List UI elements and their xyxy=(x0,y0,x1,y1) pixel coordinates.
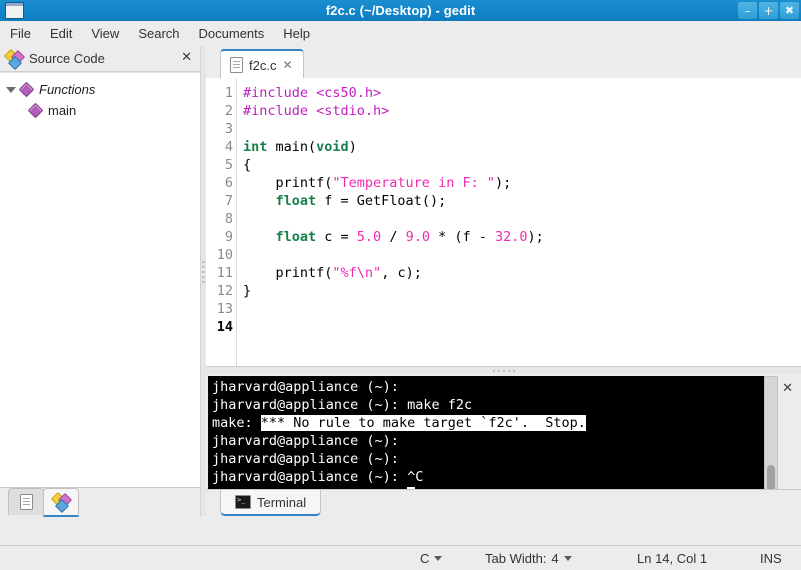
line-number: 7 xyxy=(224,193,233,209)
line-number: 8 xyxy=(224,211,233,227)
window-controls: – + ✖ xyxy=(738,2,799,19)
menu-bar: File Edit View Search Documents Help xyxy=(0,21,801,47)
chevron-down-icon[interactable] xyxy=(563,555,572,561)
menu-view[interactable]: View xyxy=(82,23,128,44)
code-line: int main(void) xyxy=(243,139,357,155)
source-code-icon xyxy=(50,491,72,514)
source-code-tree: Functions main xyxy=(0,72,200,488)
minimize-button[interactable]: – xyxy=(738,2,757,19)
code-view[interactable]: 1 2 3 4 5 6 7 8 9 10 11 12 13 14 #include <cs50.h> #in… xyxy=(206,78,801,374)
line-number-gutter: 1 2 3 4 5 6 7 8 9 10 11 12 13 14 xyxy=(206,78,237,374)
title-bar: f2c.c (~/Desktop) - gedit – + ✖ xyxy=(0,0,801,21)
close-button[interactable]: ✖ xyxy=(780,2,799,19)
splitter-grip xyxy=(492,370,515,372)
line-number: 14 xyxy=(216,319,233,335)
cursor-position: Ln 14, Col 1 xyxy=(637,550,708,566)
line-number: 12 xyxy=(216,283,233,299)
line-number: 13 xyxy=(216,301,233,317)
line-number: 9 xyxy=(224,229,233,245)
terminal-tab[interactable]: Terminal xyxy=(220,490,322,516)
terminal-line: jharvard@appliance (~): make f2c xyxy=(212,397,473,413)
document-icon xyxy=(19,494,33,510)
code-line: { xyxy=(243,157,252,173)
menu-help[interactable]: Help xyxy=(274,23,319,44)
maximize-button[interactable]: + xyxy=(759,2,778,19)
terminal-tab-label: Terminal xyxy=(257,494,307,510)
code-text[interactable]: #include <cs50.h> #include <stdio.h> int … xyxy=(237,78,801,374)
menu-documents[interactable]: Documents xyxy=(190,23,274,44)
line-number: 3 xyxy=(224,121,233,137)
splitter-grip xyxy=(202,261,205,283)
status-bar: C Tab Width: 4 Ln 14, Col 1 INS xyxy=(0,545,801,570)
line-number: 11 xyxy=(216,265,233,281)
terminal-icon xyxy=(235,494,251,509)
document-icon xyxy=(230,57,243,73)
side-tab-source-code[interactable] xyxy=(43,488,79,517)
line-number: 5 xyxy=(224,157,233,173)
function-icon xyxy=(27,102,44,119)
line-number: 10 xyxy=(216,247,233,263)
tab-width-label: Tab Width: xyxy=(485,550,547,566)
terminal-line: jharvard@appliance (~): xyxy=(212,379,408,395)
side-panel: Source Code ✕ Functions main xyxy=(0,46,208,517)
terminal-line: jharvard@appliance (~): xyxy=(212,433,408,449)
function-group-icon xyxy=(18,81,35,98)
code-line: #include <stdio.h> xyxy=(243,103,390,119)
document-tab-strip: f2c.c ✕ xyxy=(206,46,801,79)
language-label: C xyxy=(420,550,430,566)
chevron-down-icon[interactable] xyxy=(434,555,443,561)
window-title: f2c.c (~/Desktop) - gedit xyxy=(325,3,476,18)
terminal-line: jharvard@appliance (~): xyxy=(212,451,408,467)
side-tab-documents[interactable] xyxy=(8,488,44,515)
line-number: 1 xyxy=(224,85,233,101)
document-tab-close-icon[interactable]: ✕ xyxy=(282,58,292,72)
code-line: float f = GetFloat(); xyxy=(275,193,447,209)
terminal-output[interactable]: jharvard@appliance (~): jharvard@applian… xyxy=(208,376,764,498)
chevron-down-icon[interactable] xyxy=(6,86,16,93)
gedit-window: f2c.c (~/Desktop) - gedit – + ✖ File Edi… xyxy=(0,0,801,570)
source-code-icon xyxy=(3,48,26,70)
editor-area: f2c.c ✕ 1 2 3 4 5 6 7 8 9 10 11 12 13 14 #include <cs… xyxy=(206,46,801,374)
tab-width-value: 4 xyxy=(551,550,559,566)
tree-item-functions[interactable]: Functions xyxy=(0,79,200,100)
document-tab-f2c[interactable]: f2c.c ✕ xyxy=(220,49,304,79)
menu-edit[interactable]: Edit xyxy=(41,23,81,44)
tree-item-label: main xyxy=(48,103,77,118)
terminal-scrollbar[interactable] xyxy=(764,376,778,498)
menu-search[interactable]: Search xyxy=(129,23,188,44)
code-line: #include <cs50.h> xyxy=(243,85,382,101)
side-panel-close-icon[interactable]: ✕ xyxy=(181,51,192,64)
terminal-tab-strip: Terminal xyxy=(206,489,801,516)
code-line: } xyxy=(243,283,252,299)
side-panel-title: Source Code xyxy=(29,51,105,66)
side-panel-tabs xyxy=(0,487,208,517)
code-line: printf("Temperature in F: "); xyxy=(243,175,512,191)
terminal-line: jharvard@appliance (~): ^C xyxy=(212,469,424,485)
line-number: 4 xyxy=(224,139,233,155)
code-line: float c = 5.0 / 9.0 * (f - 32.0); xyxy=(275,229,544,245)
tree-item-main[interactable]: main xyxy=(0,100,200,121)
document-tab-label: f2c.c xyxy=(249,57,277,73)
tree-item-label: Functions xyxy=(39,82,96,97)
terminal-panel-close-icon[interactable]: ✕ xyxy=(782,382,793,395)
line-number: 2 xyxy=(224,103,233,119)
code-line: printf("%f\n", c); xyxy=(243,265,422,281)
terminal-line: make: *** No rule to make target `f2c'. … xyxy=(212,415,586,431)
menu-file[interactable]: File xyxy=(1,23,40,44)
line-number: 6 xyxy=(224,175,233,191)
insert-mode-indicator: INS xyxy=(760,550,782,566)
language-selector[interactable]: C xyxy=(420,550,443,566)
side-panel-header: Source Code ✕ xyxy=(0,46,200,72)
terminal-panel: jharvard@appliance (~): jharvard@applian… xyxy=(206,374,801,516)
tab-width-selector[interactable]: Tab Width: 4 xyxy=(485,551,572,566)
